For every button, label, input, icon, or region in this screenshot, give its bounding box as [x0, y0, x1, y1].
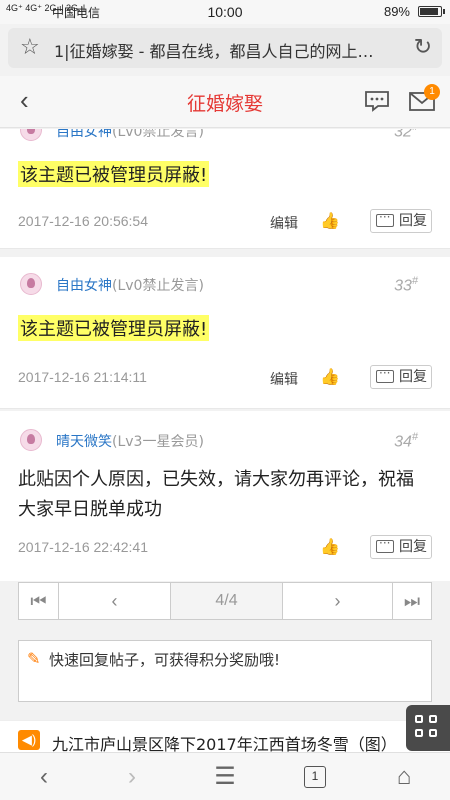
back-nav-button[interactable]: ‹ [24, 761, 64, 793]
author-name[interactable]: 自由女神 [56, 129, 112, 140]
avatar[interactable] [20, 129, 42, 141]
speaker-icon: ◀) [18, 730, 40, 750]
prev-page-button[interactable]: ‹ [59, 583, 171, 619]
menu-button[interactable]: ☰ [205, 761, 245, 793]
reply-label: 回复 [399, 369, 427, 385]
author-name[interactable]: 晴天微笑 [56, 434, 112, 450]
edit-button[interactable]: 编辑 [270, 369, 298, 389]
floor-number: 32# [394, 129, 418, 141]
post-timestamp: 2017-12-16 21:14:11 [18, 369, 147, 385]
reply-button[interactable]: 回复 [370, 362, 432, 389]
address-bar[interactable]: ☆ 1|征婚嫁娶 - 都昌在线，都昌人自己的网上… ↻ [8, 28, 442, 68]
pencil-icon: ✎ [27, 651, 41, 668]
author-level: (Lv3一星会员) [112, 434, 204, 450]
post-list: 自由女神(Lv0禁止发言) 32# 该主题已被管理员屏蔽! 2017-12-16… [0, 129, 450, 581]
post-floor-34: 晴天微笑(Lv3一星会员) 34# 此贴因个人原因，已失效，请大家勿再评论，祝福… [0, 411, 450, 581]
post-floor-33: 自由女神(Lv0禁止发言) 33# 该主题已被管理员屏蔽! 2017-12-16… [0, 257, 450, 409]
battery-percentage: 89% [383, 4, 410, 19]
tabs-button[interactable]: 1 [304, 766, 326, 788]
author-name[interactable]: 自由女神 [56, 278, 112, 294]
post-content: 此贴因个人原因，已失效，请大家勿再评论，祝福大家早日脱单成功 [18, 469, 414, 520]
last-page-button[interactable]: ⏭ [393, 583, 431, 619]
battery-fill [420, 8, 438, 15]
grid-icon [415, 729, 423, 737]
reply-button[interactable]: 回复 [370, 206, 432, 233]
post-timestamp: 2017-12-16 20:56:54 [18, 213, 148, 229]
quick-reply-input[interactable]: ✎ 快速回复帖子，可获得积分奖励哦! [18, 640, 432, 702]
grid-icon [429, 715, 437, 723]
post-author[interactable]: 自由女神(Lv0禁止发言) [56, 275, 204, 295]
first-page-button[interactable]: ⏮ [19, 583, 59, 619]
reply-icon [376, 362, 394, 384]
message-icon[interactable] [364, 90, 390, 112]
home-button[interactable]: ⌂ [384, 761, 424, 793]
reload-icon[interactable]: ↻ [414, 34, 432, 60]
status-bar: 4G⁺ 4G⁺ 2G.ıl 2G.ıl 中国电信 10:00 89% [0, 0, 450, 24]
floor-number-value: 33 [394, 277, 412, 295]
floor-number: 33# [394, 275, 418, 295]
like-icon[interactable]: 👍 [320, 367, 340, 387]
clock: 10:00 [207, 4, 243, 20]
post-content: 该主题已被管理员屏蔽! [18, 315, 210, 341]
avatar[interactable] [20, 429, 42, 451]
floor-mark: # [411, 275, 418, 287]
reply-icon [376, 532, 394, 554]
forward-nav-button[interactable]: › [112, 761, 152, 793]
quick-reply-placeholder: 快速回复帖子，可获得积分奖励哦! [49, 651, 281, 669]
like-icon[interactable]: 👍 [320, 537, 340, 557]
floor-mark: # [411, 431, 418, 443]
battery-icon [418, 6, 445, 17]
reply-icon [376, 206, 394, 228]
post-author[interactable]: 自由女神(Lv0禁止发言) [56, 129, 204, 141]
next-page-button[interactable]: › [283, 583, 393, 619]
author-level: (Lv0禁止发言) [112, 278, 204, 294]
page-indicator[interactable]: 4/4 [171, 583, 283, 619]
reply-label: 回复 [399, 539, 427, 555]
page-url-title[interactable]: 1|征婚嫁娶 - 都昌在线，都昌人自己的网上… [54, 38, 394, 62]
like-icon[interactable]: 👍 [320, 211, 340, 231]
post-floor-32: 自由女神(Lv0禁止发言) 32# 该主题已被管理员屏蔽! 2017-12-16… [0, 129, 450, 249]
notification-badge: 1 [424, 84, 440, 100]
edit-button[interactable]: 编辑 [270, 213, 298, 233]
grid-icon [415, 715, 423, 723]
floor-number: 34# [394, 431, 418, 451]
avatar[interactable] [20, 273, 42, 295]
grid-icon [429, 729, 437, 737]
post-author[interactable]: 晴天微笑(Lv3一星会员) [56, 431, 204, 451]
browser-toolbar: ‹ › ☰ 1 ⌂ [0, 752, 450, 800]
pagination: ⏮ ‹ 4/4 › ⏭ [18, 582, 432, 620]
post-content: 该主题已被管理员屏蔽! [18, 161, 210, 187]
grid-menu-button[interactable] [406, 705, 450, 751]
star-icon[interactable]: ☆ [20, 34, 40, 60]
reply-label: 回复 [399, 213, 427, 229]
reply-button[interactable]: 回复 [370, 532, 432, 559]
floor-number-value: 32 [394, 129, 412, 141]
author-level: (Lv0禁止发言) [112, 129, 204, 140]
floor-number-value: 34 [394, 433, 412, 451]
post-timestamp: 2017-12-16 22:42:41 [18, 539, 148, 555]
floor-mark: # [412, 129, 418, 133]
forum-header: ‹ 征婚嫁娶 1 [0, 76, 450, 128]
